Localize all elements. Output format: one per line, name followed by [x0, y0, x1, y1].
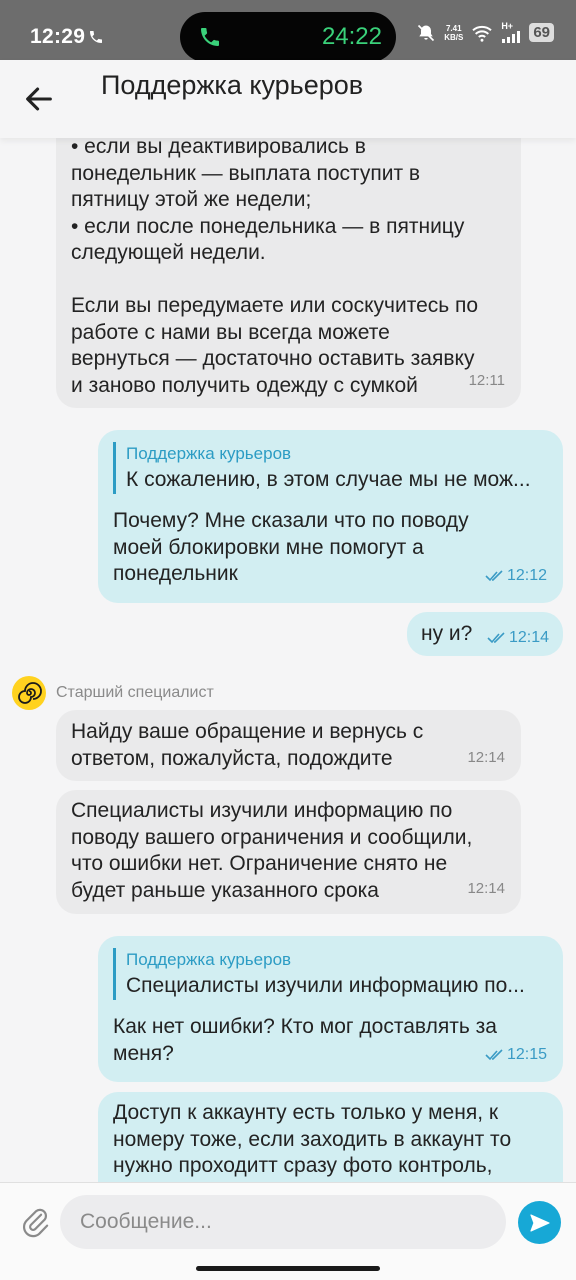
- message-text: • если вы деактивировались в понедельник …: [71, 138, 506, 399]
- chat-header: Поддержка курьеров: [0, 60, 576, 138]
- spiral-logo-icon: [18, 682, 42, 704]
- message-list[interactable]: • если вы деактивировались в понедельник …: [0, 138, 576, 1182]
- message-time: 12:12: [485, 563, 547, 590]
- message-text: Найду ваше обращение и вернусь с ответом,…: [71, 719, 506, 772]
- status-time: 12:29: [30, 25, 86, 48]
- battery-level: 69: [529, 23, 554, 42]
- home-gesture-bar[interactable]: [196, 1266, 380, 1271]
- message-text: Как нет ошибки? Кто мог доставлять за мен…: [113, 1014, 548, 1067]
- network-speed: 7.41 KB/S: [444, 24, 463, 42]
- message-incoming[interactable]: • если вы деактивировались в понедельник …: [56, 138, 521, 408]
- send-button[interactable]: [518, 1201, 561, 1244]
- message-line: работе с нами вы всегда можете: [71, 320, 390, 344]
- message-line: понедельник — выплата поступит в: [71, 161, 421, 185]
- quote-text: К сожалению, в этом случае мы не мож...: [126, 468, 531, 491]
- message-line: • если вы деактивировались в: [71, 138, 366, 158]
- message-text: Специалисты изучили информацию по поводу …: [71, 798, 506, 904]
- message-line: номеру тоже, если заходить в аккаунт то: [113, 1127, 512, 1151]
- double-check-icon: [487, 632, 505, 644]
- message-input[interactable]: [60, 1195, 506, 1249]
- navigation-bar: [0, 1260, 576, 1280]
- sender-info: Старший специалист: [12, 676, 214, 710]
- composer-bar: [0, 1182, 576, 1260]
- message-line: • если после понедельника — в пятницу: [71, 214, 465, 238]
- message-outgoing[interactable]: ну и? 12:14: [407, 612, 563, 656]
- message-line: и заново получить одежду с сумкой: [71, 373, 418, 397]
- message-line: моей блокировки мне помогут а: [113, 535, 424, 559]
- network-type: H+: [501, 21, 514, 31]
- message-time: 12:14: [487, 625, 549, 652]
- message-time-text: 12:12: [506, 566, 547, 584]
- message-line: Как нет ошибки? Кто мог доставлять за: [113, 1015, 497, 1038]
- message-text: Почему? Мне сказали что по поводу моей бл…: [113, 508, 548, 588]
- status-bar: 12:29 24:22 7.41 KB/S H+ 69: [0, 0, 576, 62]
- message-line: что ошибки нет. Ограничение снято не: [71, 852, 448, 875]
- wifi-icon: [472, 25, 492, 42]
- message-time: 12:15: [485, 1042, 547, 1069]
- message-line: следующей недели.: [71, 241, 266, 264]
- message-line: Если вы передумаете или соскучитесь по: [71, 294, 479, 317]
- message-time: 12:11: [468, 371, 505, 389]
- avatar[interactable]: [12, 676, 46, 710]
- message-line: Почему? Мне сказали что по поводу: [113, 509, 469, 532]
- attach-paperclip-icon[interactable]: [20, 1205, 50, 1239]
- back-arrow-icon[interactable]: [22, 82, 56, 116]
- send-arrow-icon: [529, 1213, 550, 1232]
- message-line: пятницу этой же недели;: [71, 188, 312, 211]
- message-line: вернуться — достаточно оставить заявку: [71, 347, 475, 370]
- message-time-text: 12:15: [506, 1045, 547, 1063]
- message-line: Специалисты изучили информацию по: [71, 799, 453, 822]
- message-line: поводу вашего ограничения и сообщили,: [71, 825, 473, 849]
- message-time: 12:14: [467, 879, 505, 897]
- message-outgoing-reply[interactable]: Поддержка курьеров К сожалению, в этом с…: [98, 430, 563, 603]
- active-call-icon: [201, 28, 219, 46]
- call-timer: 24:22: [321, 23, 382, 50]
- sender-name: Старший специалист: [56, 684, 214, 701]
- quote-author: Поддержка курьеров: [126, 444, 292, 463]
- message-line: ответом, пожалуйста, подождите: [71, 746, 393, 770]
- double-check-icon: [485, 570, 503, 581]
- quote-text: Специалисты изучили информацию по...: [126, 974, 525, 997]
- mute-icon: [418, 24, 435, 41]
- status-icons: 7.41 KB/S H+ 69: [416, 22, 554, 43]
- message-incoming[interactable]: Найду ваше обращение и вернусь с ответом,…: [56, 710, 521, 781]
- quote-author: Поддержка курьеров: [126, 950, 292, 969]
- phone-call-icon: [90, 31, 102, 43]
- reply-quote[interactable]: Поддержка курьеров Специалисты изучили и…: [113, 948, 548, 1000]
- message-line: нужно проходитт сразу фото контроль,: [113, 1154, 493, 1177]
- message-outgoing-reply[interactable]: Поддержка курьеров Специалисты изучили и…: [98, 936, 563, 1082]
- message-time-text: 12:14: [508, 629, 549, 646]
- speed-unit: KB/S: [444, 32, 464, 42]
- chat-title: Поддержка курьеров: [101, 70, 364, 100]
- message-line: Найду ваше обращение и вернусь с: [71, 720, 424, 743]
- double-check-icon: [485, 1049, 503, 1060]
- reply-quote[interactable]: Поддержка курьеров К сожалению, в этом с…: [113, 442, 548, 494]
- speed-value: 7.41: [445, 23, 462, 33]
- message-outgoing[interactable]: Доступ к аккаунту есть только у меня, к н…: [98, 1092, 563, 1182]
- message-line: понедельник: [113, 562, 238, 585]
- message-line: Доступ к аккаунту есть только у меня, к: [113, 1101, 499, 1124]
- cellular-signal: H+: [501, 22, 521, 43]
- signal-bars-icon: [502, 31, 521, 43]
- message-line: будет раньше указанного срока: [71, 878, 379, 902]
- message-incoming[interactable]: Специалисты изучили информацию по поводу …: [56, 790, 521, 914]
- message-text: ну и?: [421, 622, 473, 645]
- message-time: 12:14: [467, 748, 505, 766]
- call-island[interactable]: 24:22: [180, 12, 396, 62]
- message-text: Доступ к аккаунту есть только у меня, к н…: [113, 1100, 548, 1180]
- message-line: меня?: [113, 1041, 174, 1065]
- message-line: [71, 267, 506, 294]
